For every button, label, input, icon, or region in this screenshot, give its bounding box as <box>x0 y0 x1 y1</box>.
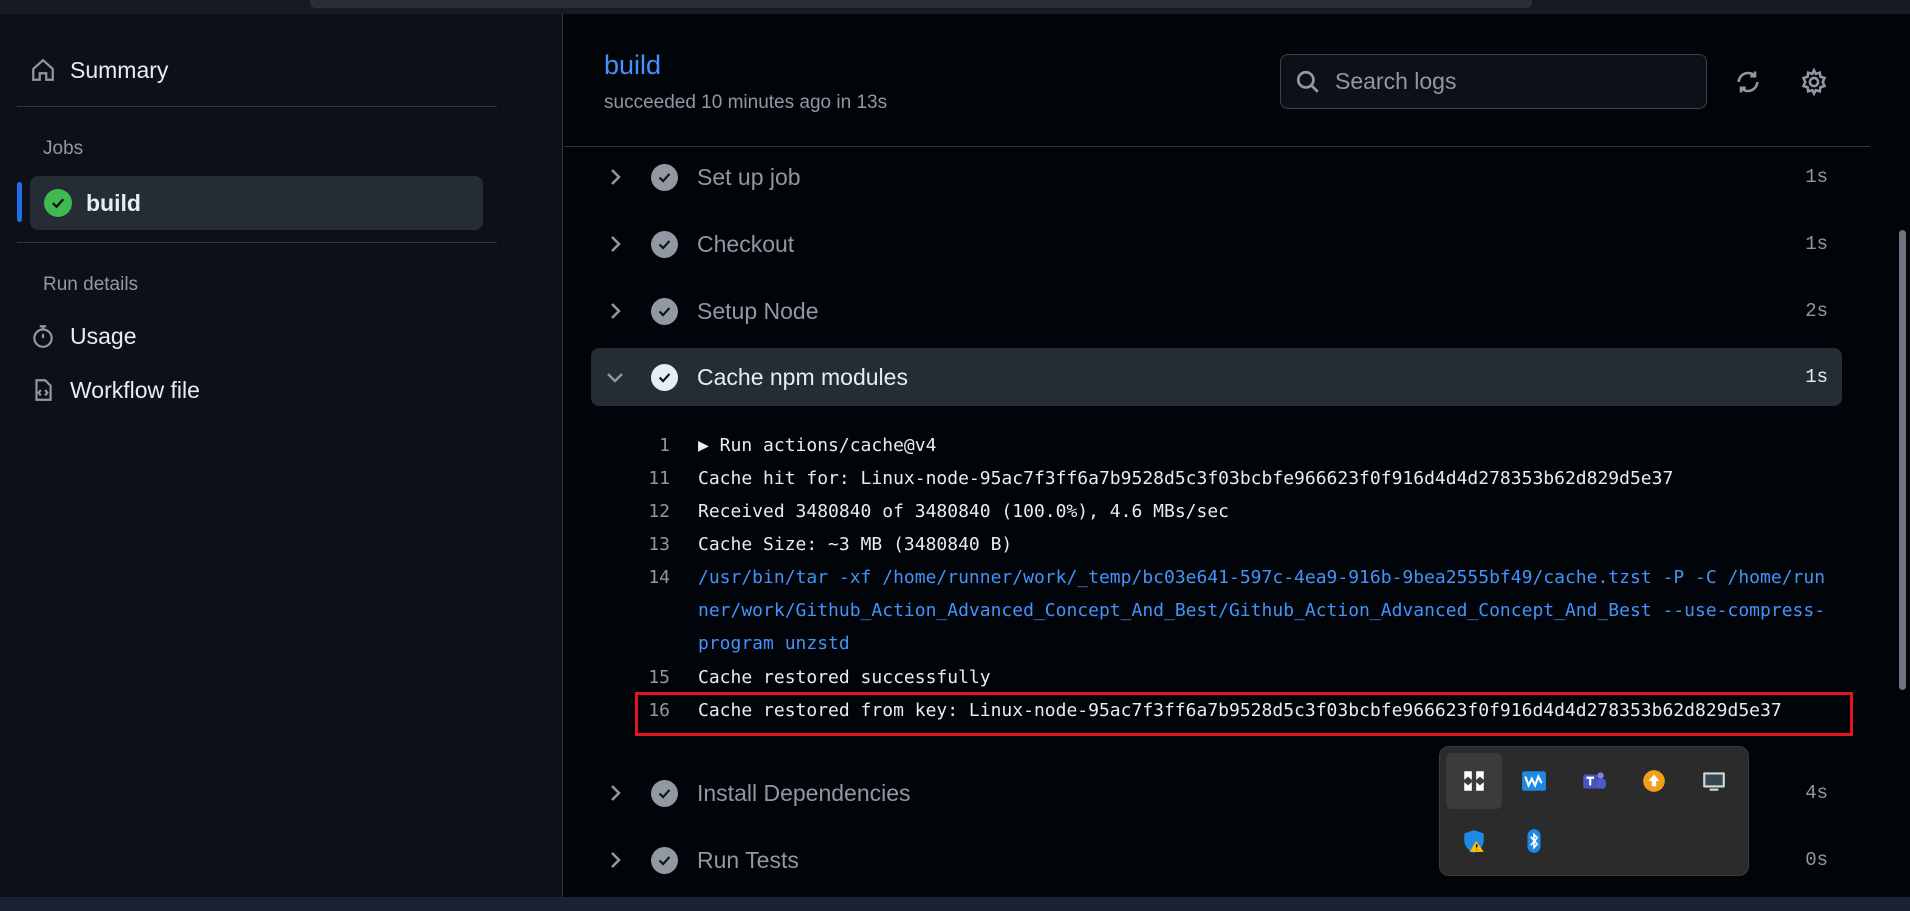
line-number[interactable]: 13 <box>604 528 670 561</box>
step-name: Cache npm modules <box>697 363 908 390</box>
line-number[interactable]: 1 <box>604 429 670 462</box>
chevron-down-icon <box>603 365 627 389</box>
check-circle-icon <box>651 230 678 258</box>
chevron-right-icon <box>603 232 627 256</box>
gear-icon <box>1801 68 1827 96</box>
home-icon <box>32 58 54 81</box>
update-icon[interactable] <box>1626 753 1682 809</box>
step-duration: 0s <box>1805 849 1828 871</box>
check-circle-icon <box>651 297 678 325</box>
run-details-heading: Run details <box>43 274 139 295</box>
step-duration: 2s <box>1805 300 1828 322</box>
usage-link[interactable]: Usage <box>30 312 136 360</box>
job-status: succeeded 10 minutes ago in 13s <box>604 92 888 113</box>
step-name: Install Dependencies <box>697 779 911 806</box>
check-circle-icon <box>651 363 678 391</box>
step-setup-node[interactable]: Setup Node 2s <box>591 282 1842 340</box>
job-title[interactable]: build <box>604 50 661 81</box>
check-circle-icon <box>651 163 678 191</box>
log-text: Cache restored successfully <box>698 667 991 688</box>
line-number[interactable]: 11 <box>604 462 670 495</box>
log-command-text: /usr/bin/tar -xf /home/runner/work/_temp… <box>698 567 1826 654</box>
page-scrollbar[interactable] <box>1899 230 1906 690</box>
step-duration: 1s <box>1805 166 1828 188</box>
active-job-marker <box>17 182 22 222</box>
chevron-right-icon <box>603 848 627 872</box>
waveform-app-icon[interactable] <box>1506 753 1562 809</box>
summary-link[interactable]: Summary <box>30 46 168 94</box>
search-input[interactable] <box>1335 68 1695 95</box>
file-code-icon <box>35 379 52 401</box>
address-bar-strip <box>310 0 1532 8</box>
search-logs-box[interactable] <box>1280 54 1707 109</box>
annotation-highlight-box <box>635 692 1853 736</box>
line-number[interactable]: 15 <box>604 661 670 694</box>
step-name: Checkout <box>697 230 795 257</box>
log-text: Cache hit for: Linux-node-95ac7f3ff6a7b9… <box>698 468 1674 489</box>
summary-label: Summary <box>70 56 169 83</box>
step-name: Setup Node <box>697 297 819 324</box>
step-duration: 1s <box>1805 233 1828 255</box>
run-sidebar: Summary Jobs build Run details Usage Wor… <box>0 14 563 897</box>
security-warning-icon[interactable] <box>1446 813 1502 869</box>
check-circle-icon <box>651 779 678 807</box>
sidebar-divider <box>17 242 497 243</box>
sidebar-job-label: build <box>86 189 141 216</box>
check-circle-icon <box>651 846 678 874</box>
step-set-up-job[interactable]: Set up job 1s <box>591 148 1842 206</box>
line-number[interactable]: 14 <box>604 561 670 594</box>
workflow-file-label: Workflow file <box>70 376 200 403</box>
chevron-right-icon <box>603 781 627 805</box>
sync-icon <box>1737 71 1759 93</box>
line-number[interactable]: 12 <box>604 495 670 528</box>
teams-icon[interactable] <box>1566 753 1622 809</box>
chevron-right-icon <box>603 165 627 189</box>
bluetooth-icon[interactable] <box>1506 813 1562 869</box>
system-tray-overflow <box>1439 746 1749 876</box>
display-icon[interactable] <box>1686 753 1742 809</box>
step-name: Run Tests <box>697 846 799 873</box>
log-text: Cache Size: ~3 MB (3480840 B) <box>698 534 1013 555</box>
success-check-icon <box>44 189 72 217</box>
chevron-right-icon <box>603 299 627 323</box>
step-cache-npm-modules[interactable]: Cache npm modules 1s <box>591 348 1842 406</box>
jobs-heading: Jobs <box>43 138 84 159</box>
app-grid-icon[interactable] <box>1446 753 1502 809</box>
step-checkout[interactable]: Checkout 1s <box>591 215 1842 273</box>
refresh-button[interactable] <box>1728 62 1768 102</box>
log-text: Received 3480840 of 3480840 (100.0%), 4.… <box>698 501 1230 522</box>
settings-button[interactable] <box>1794 62 1834 102</box>
log-text[interactable]: ▶ Run actions/cache@v4 <box>698 429 1828 462</box>
step-name: Set up job <box>697 163 801 190</box>
step-duration: 4s <box>1805 782 1828 804</box>
sidebar-item-build[interactable]: build <box>30 176 483 230</box>
job-header: build succeeded 10 minutes ago in 13s <box>564 14 1870 147</box>
usage-label: Usage <box>70 322 137 349</box>
workflow-file-link[interactable]: Workflow file <box>30 366 200 414</box>
taskbar-strip <box>0 897 1910 911</box>
step-duration: 1s <box>1805 366 1828 388</box>
stopwatch-icon <box>33 325 53 348</box>
sidebar-divider <box>17 106 497 107</box>
browser-top-bar <box>0 0 1910 14</box>
search-icon <box>1296 70 1319 93</box>
